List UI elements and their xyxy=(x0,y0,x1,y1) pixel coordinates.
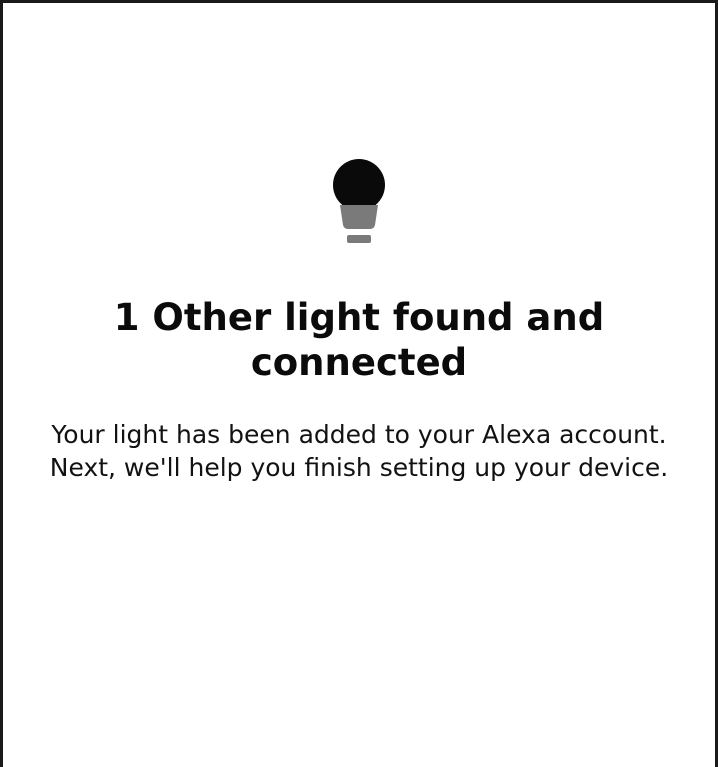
setup-complete-panel: 1 Other light found and connected Your l… xyxy=(3,159,715,484)
lightbulb-icon xyxy=(333,159,385,243)
dialog-frame: 1 Other light found and connected Your l… xyxy=(0,0,718,767)
page-title: 1 Other light found and connected xyxy=(113,296,605,384)
confirmation-message: Your light has been added to your Alexa … xyxy=(49,420,669,482)
